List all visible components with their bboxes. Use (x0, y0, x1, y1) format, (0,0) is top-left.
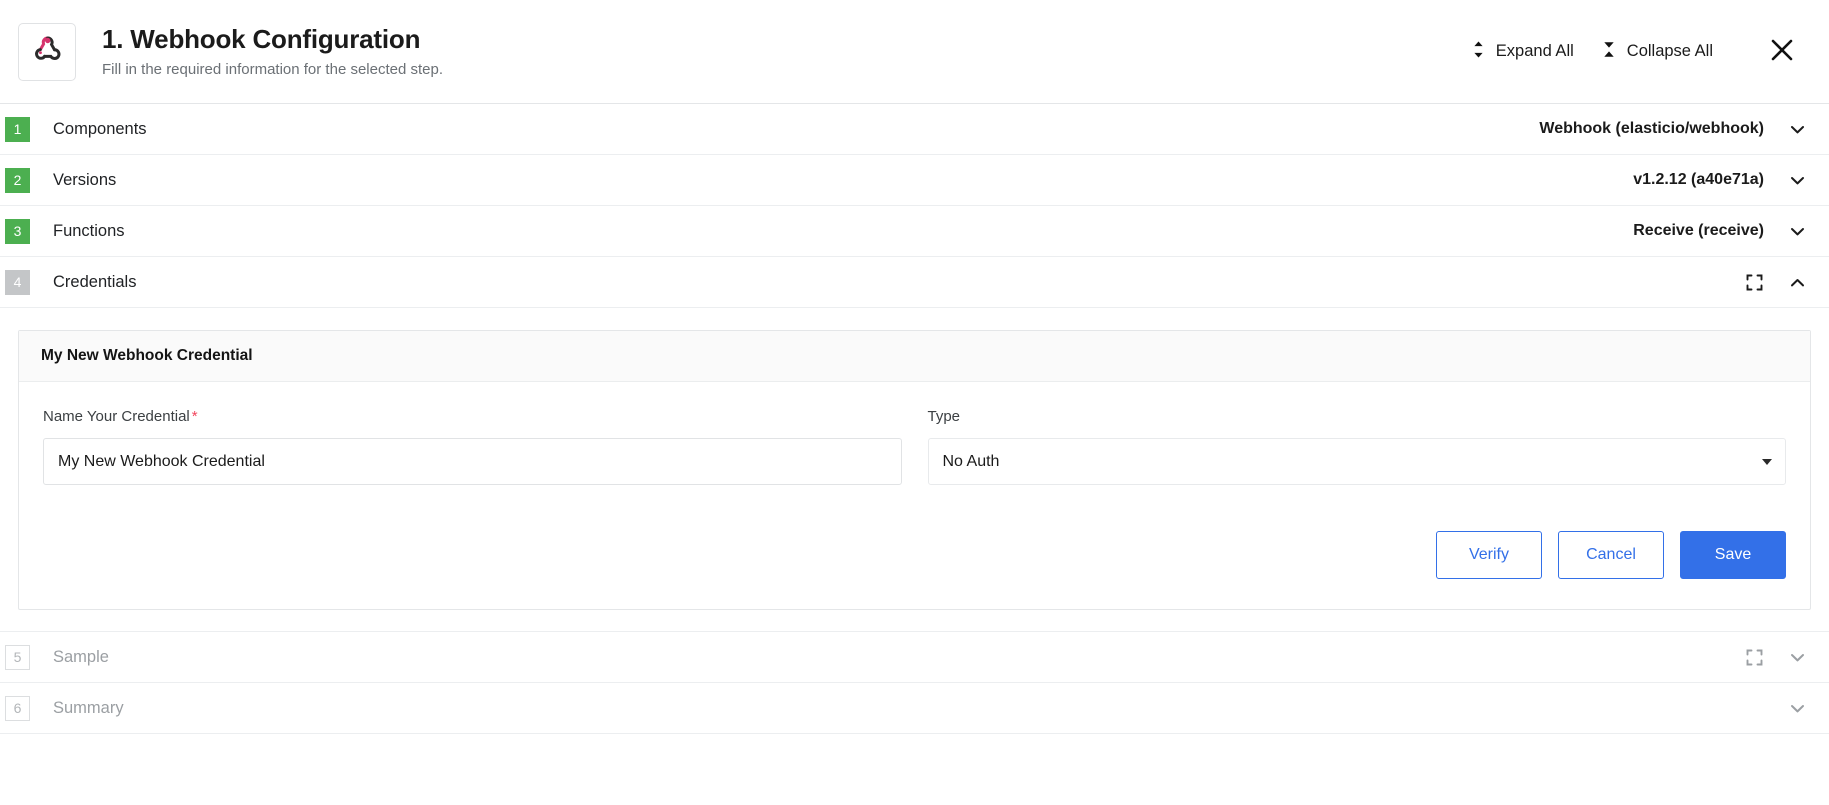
fullscreen-expand-icon[interactable] (1745, 273, 1764, 292)
close-icon (1769, 37, 1795, 66)
name-field-label-text: Name Your Credential (43, 408, 190, 425)
chevron-down-icon[interactable] (1788, 222, 1807, 241)
chevron-down-icon[interactable] (1788, 699, 1807, 718)
step-row-credentials[interactable]: 4 Credentials (0, 257, 1829, 308)
step-label-components: Components (53, 119, 147, 138)
chevron-up-icon[interactable] (1788, 273, 1807, 292)
step-label-summary: Summary (53, 698, 124, 717)
credential-panel: My New Webhook Credential Name Your Cred… (18, 330, 1811, 610)
step-badge-3: 3 (5, 218, 30, 244)
step-row-versions[interactable]: 2 Versions v1.2.12 (a40e71a) (0, 155, 1829, 206)
page-title: 1. Webhook Configuration (102, 23, 421, 54)
step-right-sample (1745, 648, 1807, 667)
step-value-components: Webhook (elasticio/webhook) (1539, 120, 1764, 137)
step-value-versions: v1.2.12 (a40e71a) (1633, 171, 1764, 188)
chevron-down-icon[interactable] (1788, 171, 1807, 190)
collapse-all-button[interactable]: Collapse All (1588, 32, 1727, 72)
type-select-wrap: No Auth (927, 438, 1786, 485)
webhook-logo-icon (30, 32, 64, 71)
name-field-label: Name Your Credential * (43, 408, 902, 425)
page-subtitle: Fill in the required information for the… (102, 61, 444, 79)
step-value-functions: Receive (receive) (1633, 222, 1764, 239)
type-field-label: Type (927, 408, 961, 425)
step-right-summary (1788, 699, 1807, 718)
type-field-group: Type No Auth (927, 408, 1786, 485)
step-label-sample: Sample (53, 647, 109, 666)
step-badge-4: 4 (5, 269, 30, 295)
step-row-sample[interactable]: 5 Sample (0, 632, 1829, 683)
verify-button[interactable]: Verify (1436, 531, 1542, 579)
credential-panel-spacer (0, 610, 1829, 632)
step-badge-1: 1 (5, 116, 30, 142)
credential-form-row: Name Your Credential* Type No Auth (43, 408, 1786, 485)
credential-name-input[interactable] (43, 438, 902, 485)
credential-panel-wrapper: My New Webhook Credential Name Your Cred… (0, 308, 1829, 610)
header-text-block: 1. Webhook Configuration Fill in the req… (102, 23, 444, 79)
name-field-group: Name Your Credential * (43, 408, 902, 485)
step-right-credentials (1745, 273, 1807, 292)
webhook-logo-box (18, 22, 76, 81)
step-badge-2: 2 (5, 167, 30, 193)
chevron-down-icon[interactable] (1788, 648, 1807, 667)
dialog-header: 1. Webhook Configuration Fill in the req… (0, 0, 1829, 104)
step-label-functions: Functions (53, 221, 125, 240)
fullscreen-expand-icon[interactable] (1745, 648, 1764, 667)
collapse-all-label: Collapse All (1626, 42, 1713, 60)
chevron-down-icon[interactable] (1788, 120, 1807, 139)
expand-all-button[interactable]: Expand All (1458, 32, 1588, 72)
save-button[interactable]: Save (1680, 531, 1786, 579)
credential-button-row: Verify Cancel Save (43, 531, 1786, 579)
collapse-vertical-icon (1602, 40, 1616, 64)
cancel-button[interactable]: Cancel (1558, 531, 1664, 579)
step-badge-5: 5 (5, 644, 30, 670)
step-row-functions[interactable]: 3 Functions Receive (receive) (0, 206, 1829, 257)
step-right-functions: Receive (receive) (1633, 222, 1807, 241)
step-row-summary[interactable]: 6 Summary (0, 683, 1829, 734)
step-label-versions: Versions (53, 170, 117, 189)
required-asterisk: * (191, 408, 198, 425)
step-right-versions: v1.2.12 (a40e71a) (1633, 171, 1807, 190)
credential-panel-title: My New Webhook Credential (19, 331, 1810, 382)
step-badge-6: 6 (5, 695, 30, 721)
header-actions: Expand All Collapse All (1458, 32, 1807, 72)
step-row-components[interactable]: 1 Components Webhook (elasticio/webhook) (0, 104, 1829, 155)
type-select[interactable]: No Auth (927, 438, 1786, 485)
credential-form-body: Name Your Credential* Type No Auth Verif… (19, 382, 1810, 609)
expand-all-label: Expand All (1495, 42, 1574, 60)
close-button[interactable] (1765, 35, 1799, 69)
expand-vertical-icon (1472, 40, 1485, 64)
step-label-credentials: Credentials (53, 272, 137, 291)
type-select-value: No Auth (942, 452, 1000, 470)
step-right-components: Webhook (elasticio/webhook) (1539, 120, 1807, 139)
